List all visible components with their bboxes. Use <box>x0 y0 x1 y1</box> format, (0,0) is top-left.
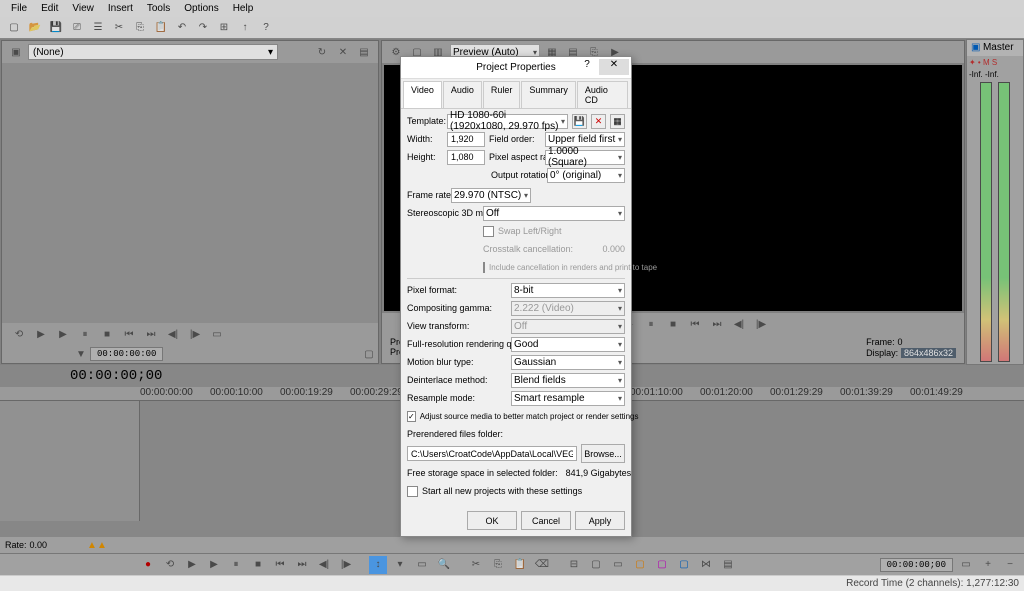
deint-label: Deinterlace method: <box>407 375 507 385</box>
par-label: Pixel aspect ratio: <box>489 152 541 162</box>
dialog-titlebar[interactable]: Project Properties ? ✕ <box>401 57 631 79</box>
status-record-time: Record Time (2 channels): 1,277:12:30 <box>846 578 1019 589</box>
gamma-label: Compositing gamma: <box>407 303 507 313</box>
blur-label: Motion blur type: <box>407 357 507 367</box>
quality-label: Full-resolution rendering quality: <box>407 339 507 349</box>
resample-combo[interactable]: Smart resample <box>511 391 625 406</box>
include-cancel-label: Include cancellation in renders and prin… <box>489 263 657 272</box>
out-rot-combo[interactable]: 0° (original) <box>547 168 625 183</box>
width-input[interactable] <box>447 132 485 147</box>
free-space-label: Free storage space in selected folder: <box>407 468 558 478</box>
out-rot-label: Output rotation: <box>491 170 543 180</box>
swap-checkbox[interactable] <box>483 226 494 237</box>
include-cancel-checkbox[interactable] <box>483 262 485 273</box>
fps-label: Frame rate: <box>407 190 447 200</box>
viewxf-combo[interactable]: Off <box>511 319 625 334</box>
dialog-tabs: Video Audio Ruler Summary Audio CD <box>401 79 631 109</box>
project-properties-dialog: Project Properties ? ✕ Video Audio Ruler… <box>400 56 632 537</box>
template-combo[interactable]: HD 1080-60i (1920x1080, 29.970 fps) <box>447 114 568 129</box>
field-order-label: Field order: <box>489 134 541 144</box>
match-media-icon[interactable]: ▦ <box>610 114 625 129</box>
browse-button[interactable]: Browse... <box>581 444 625 463</box>
deint-combo[interactable]: Blend fields <box>511 373 625 388</box>
tab-audio[interactable]: Audio <box>443 81 482 108</box>
start-all-checkbox[interactable] <box>407 486 418 497</box>
status-bar: Record Time (2 channels): 1,277:12:30 <box>0 575 1024 591</box>
pxfmt-combo[interactable]: 8-bit <box>511 283 625 298</box>
cancel-button[interactable]: Cancel <box>521 511 571 530</box>
crosstalk-value: 0.000 <box>602 244 625 254</box>
help-button[interactable]: ? <box>579 59 595 75</box>
fps-combo[interactable]: 29.970 (NTSC) <box>451 188 531 203</box>
width-label: Width: <box>407 134 443 144</box>
save-template-icon[interactable]: 💾 <box>572 114 587 129</box>
delete-template-icon[interactable]: ✕ <box>591 114 606 129</box>
field-order-combo[interactable]: Upper field first <box>545 132 625 147</box>
adjust-label: Adjust source media to better match proj… <box>420 412 639 421</box>
s3d-label: Stereoscopic 3D mode: <box>407 208 479 218</box>
pxfmt-label: Pixel format: <box>407 285 507 295</box>
ok-button[interactable]: OK <box>467 511 517 530</box>
crosstalk-label: Crosstalk cancellation: <box>483 244 573 254</box>
adjust-checkbox[interactable]: ✓ <box>407 411 416 422</box>
resample-label: Resample mode: <box>407 393 507 403</box>
tab-video[interactable]: Video <box>403 81 442 108</box>
gamma-combo[interactable]: 2.222 (Video) <box>511 301 625 316</box>
prerender-label: Prerendered files folder: <box>407 429 503 439</box>
height-label: Height: <box>407 152 443 162</box>
par-combo[interactable]: 1.0000 (Square) <box>545 150 625 165</box>
dialog-title-text: Project Properties <box>476 62 555 73</box>
quality-combo[interactable]: Good <box>511 337 625 352</box>
start-all-label: Start all new projects with these settin… <box>422 486 582 496</box>
close-button[interactable]: ✕ <box>599 59 629 75</box>
apply-button[interactable]: Apply <box>575 511 625 530</box>
template-label: Template: <box>407 116 443 126</box>
tab-ruler[interactable]: Ruler <box>483 81 521 108</box>
blur-combo[interactable]: Gaussian <box>511 355 625 370</box>
tab-summary[interactable]: Summary <box>521 81 576 108</box>
viewxf-label: View transform: <box>407 321 507 331</box>
tab-audiocd[interactable]: Audio CD <box>577 81 628 108</box>
free-space-value: 841,9 Gigabytes <box>566 468 632 478</box>
s3d-combo[interactable]: Off <box>483 206 625 221</box>
prerender-path-input[interactable] <box>407 446 577 461</box>
height-input[interactable] <box>447 150 485 165</box>
swap-label: Swap Left/Right <box>498 226 562 236</box>
